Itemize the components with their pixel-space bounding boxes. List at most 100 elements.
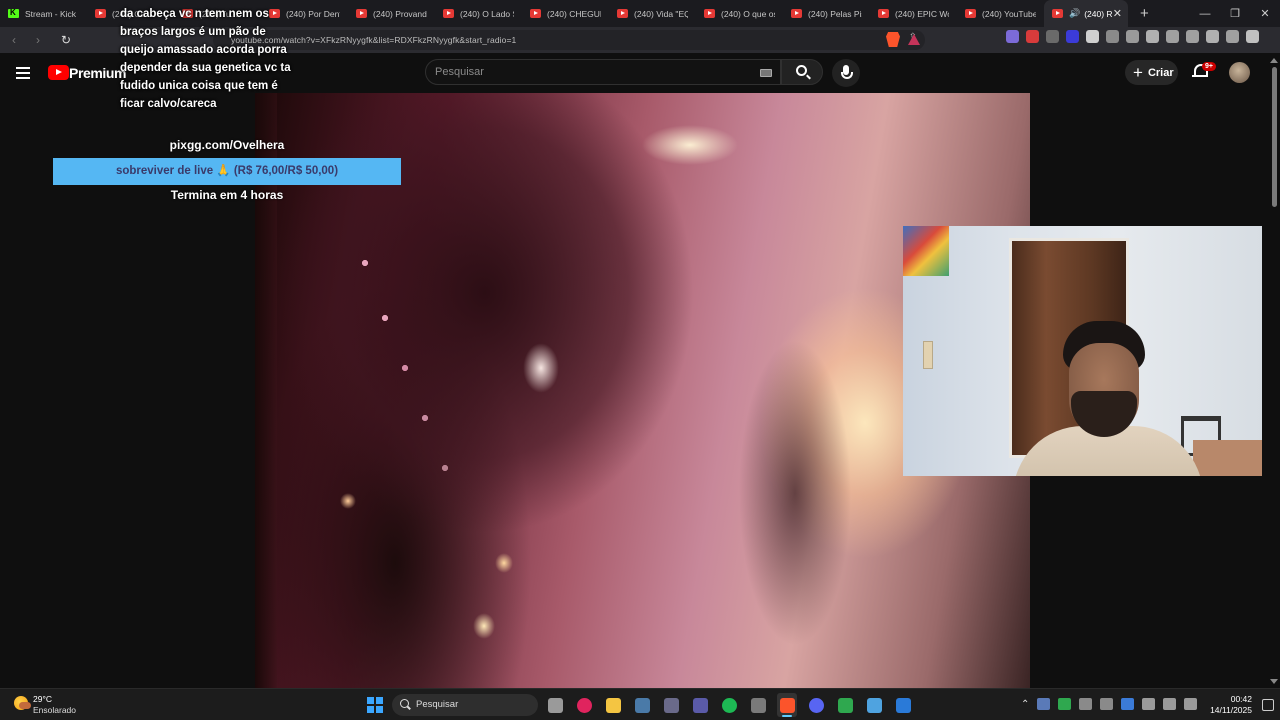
taskbar-app[interactable] — [574, 693, 594, 717]
tray-app-icon[interactable] — [1079, 698, 1093, 710]
scroll-up-icon[interactable] — [1270, 58, 1278, 63]
goal-link: pixgg.com/Ovelhera — [169, 138, 285, 152]
address-bar[interactable]: youtube.com/watch?v=XFkzRNyygfk&list=RDX… — [213, 30, 925, 50]
keyboard-icon[interactable] — [760, 69, 772, 77]
goal-text: sobreviver de live 🙏 (R$ 76,00/R$ 50,00) — [115, 165, 339, 177]
kick-icon — [8, 8, 19, 18]
chevron-up-icon[interactable]: ⌃ — [1021, 699, 1029, 710]
taskbar-app[interactable] — [603, 693, 623, 717]
extension-icon[interactable] — [1046, 30, 1059, 43]
extension-icon[interactable] — [1086, 30, 1099, 43]
extension-icon[interactable] — [1066, 30, 1079, 43]
leo-ai-icon[interactable] — [1206, 30, 1219, 43]
youtube-icon — [791, 9, 802, 18]
taskbar-app[interactable] — [806, 693, 826, 717]
taskbar-app[interactable] — [748, 693, 768, 717]
tab-label: (240) Pelas Pist — [808, 8, 862, 19]
browser-tab[interactable]: (240) O Lado S — [435, 0, 522, 27]
clock-time[interactable]: 00:42 — [1210, 694, 1252, 704]
hamburger-menu-icon[interactable] — [16, 67, 30, 79]
taskbar-app[interactable] — [777, 693, 797, 717]
extension-icon[interactable] — [1026, 30, 1039, 43]
browser-tab[interactable]: (240) Provando — [348, 0, 435, 27]
spotify-icon — [721, 697, 737, 713]
taskbar-app[interactable] — [864, 693, 884, 717]
wallet-icon[interactable] — [1186, 30, 1199, 43]
weather-condition[interactable]: Ensolarado — [33, 705, 76, 715]
tab-label: (240) YouTube — [982, 8, 1036, 19]
forward-button[interactable]: › — [28, 33, 48, 47]
taskbar-app[interactable] — [632, 693, 652, 717]
taskbar-apps — [545, 693, 913, 717]
browser-tab[interactable]: (240) CHEGUEI — [522, 0, 609, 27]
browser-tab[interactable]: Stream - Kick D — [0, 0, 87, 27]
weather-sun-icon[interactable] — [14, 696, 31, 710]
search-input[interactable]: Pesquisar — [425, 59, 781, 85]
opera-icon — [576, 697, 592, 713]
window-controls: — ❐ ✕ — [1190, 0, 1280, 27]
bluetooth-icon[interactable] — [1121, 698, 1135, 710]
brave-rewards-icon[interactable] — [908, 34, 920, 45]
back-button[interactable]: ‹ — [4, 33, 24, 47]
browser-tab[interactable]: (240) YouTube — [957, 0, 1044, 27]
system-tray: ⌃ — [1021, 698, 1198, 710]
tray-arrow-icon[interactable] — [1100, 698, 1114, 710]
microphone-icon[interactable] — [1142, 698, 1156, 710]
taskbar-app[interactable] — [545, 693, 565, 717]
video-studs — [345, 243, 465, 503]
weather-temp[interactable]: 29°C — [33, 694, 52, 704]
volume-icon[interactable] — [1184, 698, 1198, 710]
extension-icon[interactable] — [1006, 30, 1019, 43]
taskbar-search-input[interactable]: Pesquisar — [392, 694, 538, 716]
goal-ends: Termina em 4 horas — [170, 188, 284, 202]
search-button[interactable] — [781, 59, 823, 85]
search-icon — [400, 699, 409, 708]
speaker-icon[interactable]: 🔊 — [1069, 8, 1080, 19]
screenshot-icon[interactable] — [1126, 30, 1139, 43]
minimize-button[interactable]: — — [1190, 8, 1220, 20]
vpn-icon[interactable] — [1226, 30, 1239, 43]
menu-icon[interactable] — [1246, 30, 1259, 43]
restore-button[interactable]: ❐ — [1220, 7, 1250, 20]
notifications-badge: 9+ — [1202, 62, 1216, 71]
screen: Stream - Kick D(240) Ca...(240) Tu...(24… — [0, 0, 1280, 720]
youtube-premium-logo[interactable]: Premium — [69, 65, 127, 81]
close-tab-icon[interactable]: ✕ — [1113, 7, 1122, 20]
new-tab-button[interactable]: + — [1140, 5, 1149, 22]
youtube-icon — [1052, 9, 1063, 18]
browser-tab[interactable]: (240) Pelas Pist — [783, 0, 870, 27]
sidebar-icon[interactable] — [1166, 30, 1179, 43]
notification-center-icon[interactable] — [1262, 699, 1274, 711]
scroll-thumb[interactable] — [1272, 67, 1277, 207]
taskbar-app[interactable] — [893, 693, 913, 717]
avatar[interactable] — [1229, 62, 1250, 83]
browser-tab[interactable]: (240) EPIC Worl — [870, 0, 957, 27]
network-icon[interactable] — [1163, 698, 1177, 710]
taskbar-app[interactable] — [661, 693, 681, 717]
browser-tab[interactable]: (240) O que os — [696, 0, 783, 27]
plus-icon: + — [1133, 63, 1143, 82]
create-button[interactable]: + Criar — [1125, 60, 1178, 85]
app-icon — [663, 697, 679, 713]
youtube-icon — [878, 9, 889, 18]
reload-button[interactable]: ↻ — [56, 33, 76, 47]
clock-date[interactable]: 14/11/2025 — [1205, 705, 1252, 715]
close-window-button[interactable]: ✕ — [1250, 7, 1280, 20]
scroll-down-icon[interactable] — [1270, 679, 1278, 684]
start-button[interactable] — [367, 697, 383, 713]
taskbar-app[interactable] — [690, 693, 710, 717]
puzzle-icon[interactable] — [1106, 30, 1119, 43]
browser-tab[interactable]: (240) Vida "EQ — [609, 0, 696, 27]
notepad-icon — [866, 697, 882, 713]
taskbar-app[interactable] — [719, 693, 739, 717]
youtube-logo-icon[interactable] — [48, 65, 69, 80]
youtube-icon — [965, 9, 976, 18]
tray-app-icon[interactable] — [1037, 698, 1051, 710]
taskbar-app[interactable] — [835, 693, 855, 717]
page-scrollbar[interactable] — [1268, 53, 1280, 688]
browser-tab[interactable]: 🔊 (240) R ✕ — [1044, 0, 1128, 27]
voice-search-icon[interactable] — [832, 59, 860, 87]
tab-label: Stream - Kick D — [25, 8, 79, 19]
tray-play-icon[interactable] — [1058, 698, 1072, 710]
music-icon[interactable] — [1146, 30, 1159, 43]
